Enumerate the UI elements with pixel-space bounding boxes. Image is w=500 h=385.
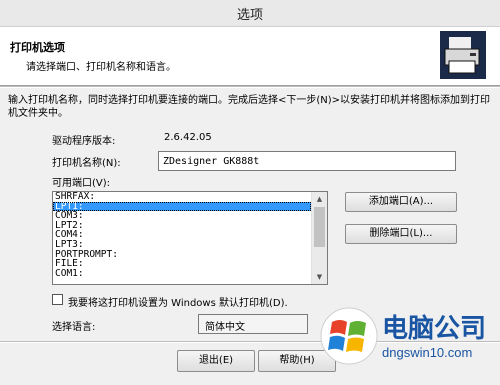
scroll-thumb[interactable] [314,207,325,247]
header-title: 打印机选项 [10,41,65,54]
exit-button[interactable]: 退出(E) [177,350,255,372]
list-item[interactable]: FILE: [53,259,311,269]
list-item-selected[interactable]: LPT1: [53,201,311,212]
instructions-text: 输入打印机名称，同时选择打印机要连接的端口。完成后选择<下一步(N)>以安装打印… [8,95,491,119]
list-item[interactable]: COM4: [53,230,311,240]
scroll-down-icon[interactable]: ▼ [312,270,327,284]
header-panel: 打印机选项 请选择端口、打印机名称和语言。 [0,27,500,86]
language-value: 简体中文 [205,322,245,333]
list-item[interactable]: PORTPROMPT: [53,249,311,260]
language-select[interactable]: 简体中文 [198,314,308,334]
watermark-url: dngswin10.com [382,345,473,360]
ports-label: 可用端口(V): [52,178,111,189]
watermark-overlay: 电脑公司 dngswin10.com [318,300,500,385]
printer-icon [440,31,486,79]
delete-port-button[interactable]: 删除端口(L)... [345,224,457,244]
watermark-title: 电脑公司 [382,314,487,344]
list-item[interactable]: SHRFAX: [53,192,311,202]
default-printer-label: 我要将这打印机设置为 Windows 默认打印机(D). [68,298,288,309]
list-item[interactable]: COM3: [53,211,311,221]
title-bar[interactable]: 选项 [0,0,500,27]
default-printer-checkbox[interactable] [52,294,63,305]
printer-name-input[interactable] [158,151,456,171]
header-subtitle: 请选择端口、打印机名称和语言。 [26,62,176,73]
scroll-up-icon[interactable]: ▲ [312,192,327,206]
printer-name-label: 打印机名称(N): [52,158,121,169]
ports-list[interactable]: SHRFAX: LPT1: COM3: LPT2: COM4: LPT3: PO… [52,191,328,285]
window-title: 选项 [236,8,263,23]
list-item[interactable]: COM1: [53,269,311,279]
driver-version-value: 2.6.42.05 [164,132,212,143]
add-port-button[interactable]: 添加端口(A)... [345,192,457,212]
header-separator [0,86,500,88]
language-label: 选择语言: [52,322,96,333]
list-item[interactable]: LPT2: [53,221,311,231]
windows-logo-icon [320,307,378,365]
ports-scrollbar[interactable]: ▲ ▼ [311,192,327,284]
driver-version-label: 驱动程序版本: [52,136,116,147]
